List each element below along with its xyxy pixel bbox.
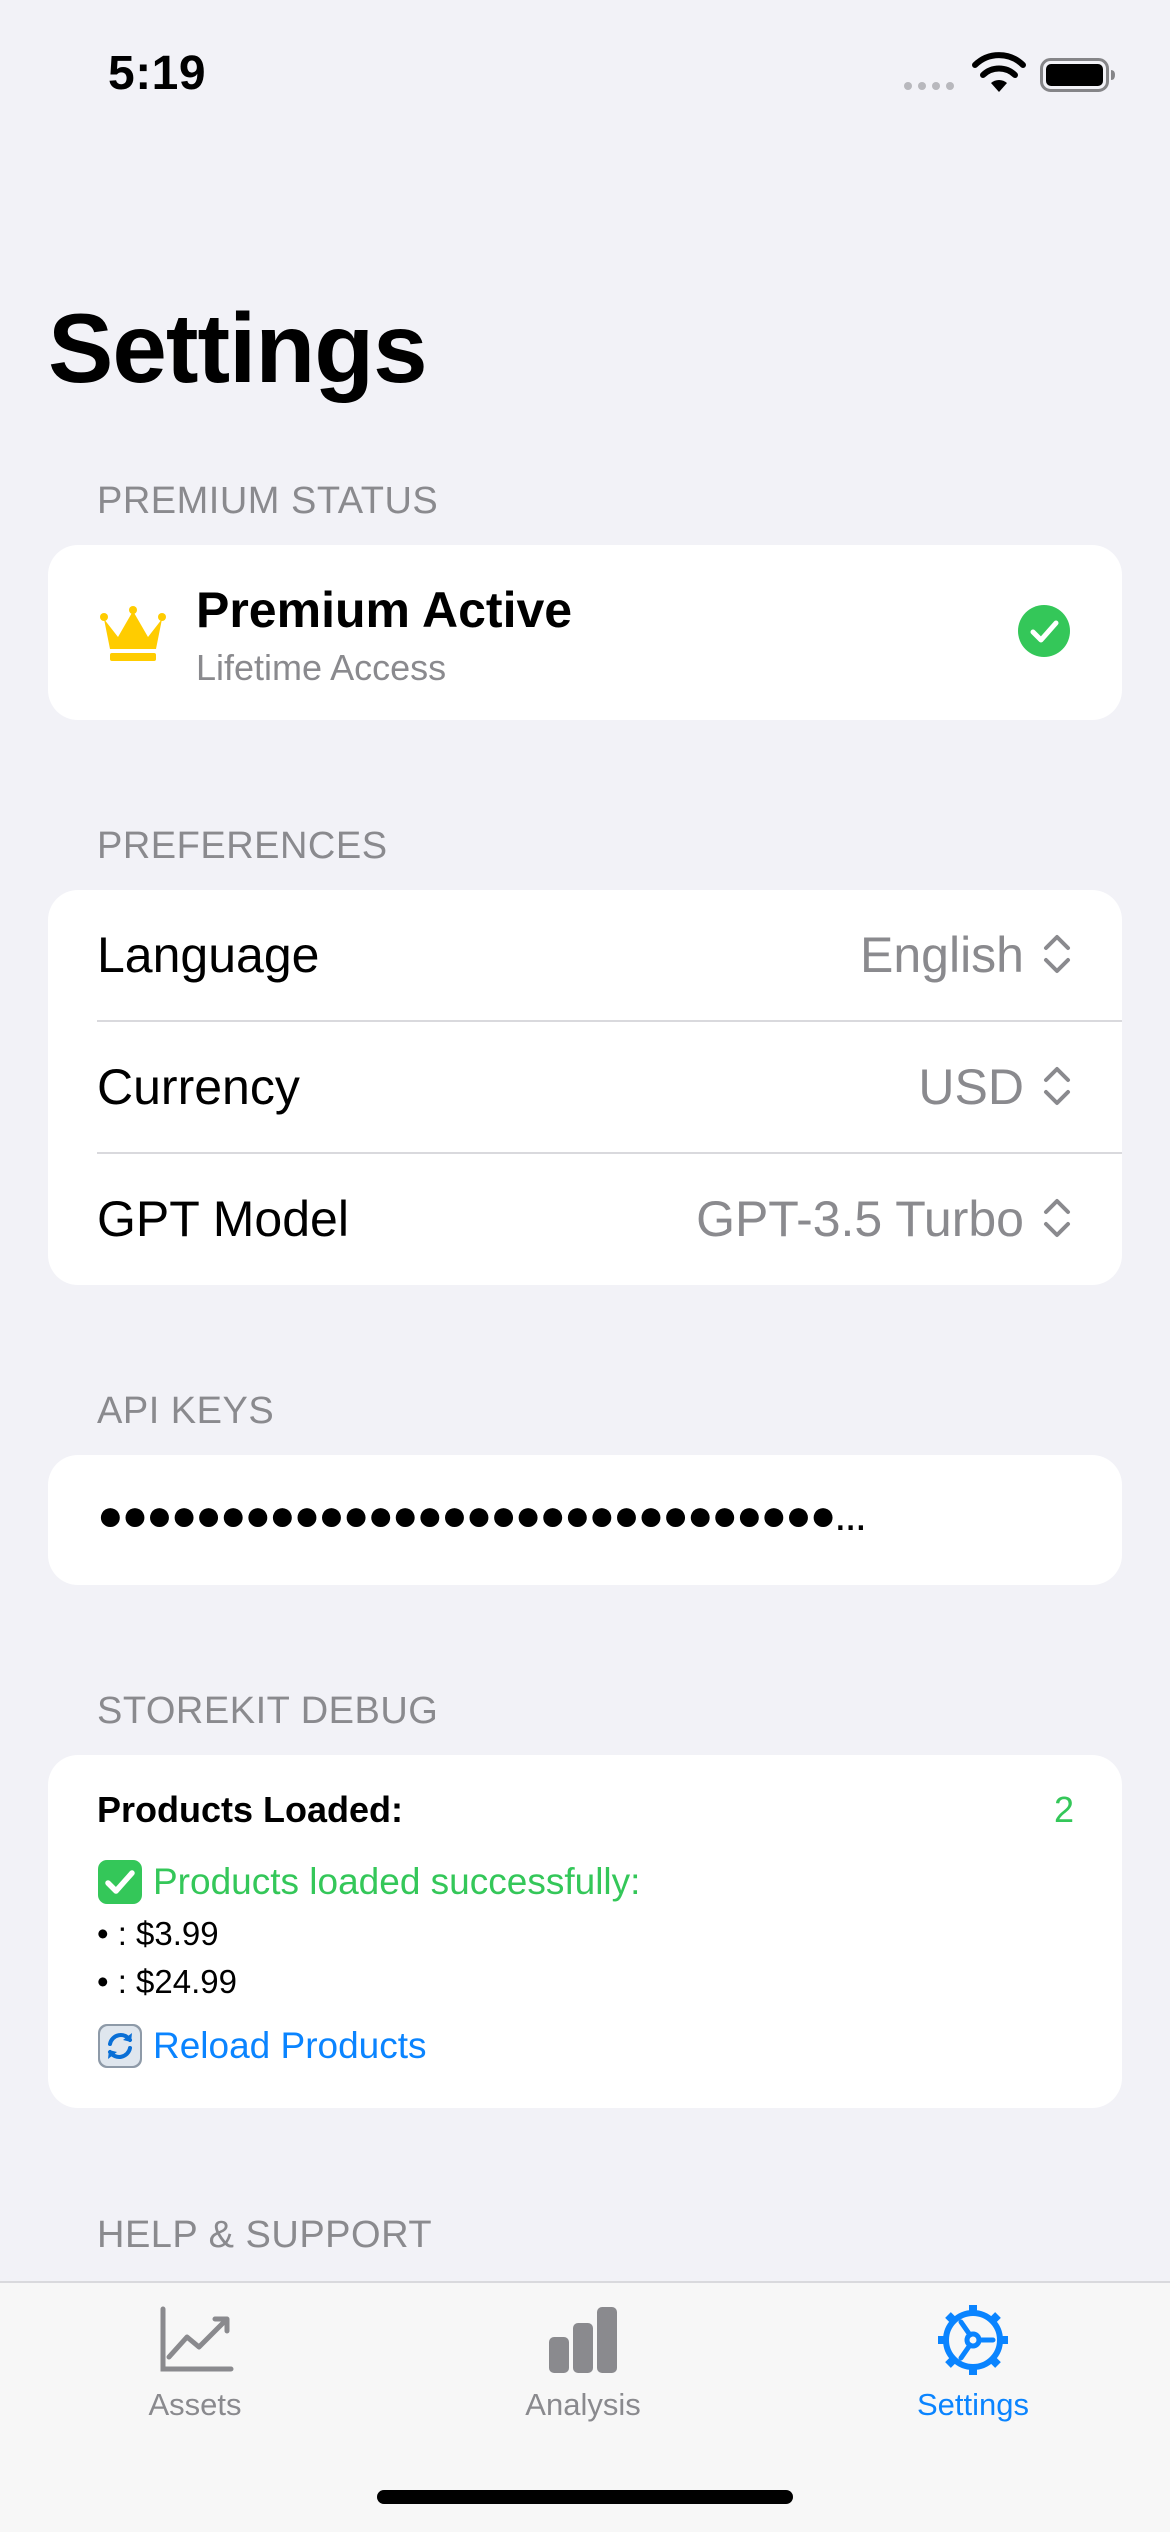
status-bar: 5:19 bbox=[0, 0, 1170, 140]
tab-label: Analysis bbox=[525, 2387, 641, 2422]
check-box-icon bbox=[98, 1860, 142, 1904]
product-item: • : $24.99 bbox=[97, 1963, 237, 2000]
help-support-header: HELP & SUPPORT bbox=[97, 2214, 433, 2256]
products-loaded-count: 2 bbox=[1053, 1789, 1074, 1830]
checkmark-circle-icon bbox=[1018, 605, 1070, 657]
status-time: 5:19 bbox=[108, 47, 207, 100]
premium-status-card[interactable]: Premium Active Lifetime Access bbox=[48, 545, 1122, 720]
gpt-model-value: GPT-3.5 Turbo bbox=[696, 1191, 1024, 1247]
gear-icon bbox=[938, 2305, 1008, 2375]
currency-picker[interactable]: Currency USD bbox=[48, 1022, 1122, 1153]
gpt-model-picker[interactable]: GPT Model GPT-3.5 Turbo bbox=[48, 1154, 1122, 1285]
preferences-header: PREFERENCES bbox=[97, 825, 388, 867]
api-key-field[interactable]: ●●●●●●●●●●●●●●●●●●●●●●●●●●●●●●... bbox=[48, 1455, 1122, 1585]
crown-icon bbox=[100, 606, 166, 661]
chevron-up-down-icon bbox=[1044, 1199, 1070, 1237]
page-title: Settings bbox=[48, 293, 428, 403]
premium-title: Premium Active bbox=[196, 582, 573, 638]
reload-products-button[interactable]: Reload Products bbox=[97, 2023, 427, 2069]
language-value: English bbox=[860, 927, 1024, 983]
wifi-icon bbox=[972, 52, 1026, 92]
product-item: • : $3.99 bbox=[97, 1915, 219, 1952]
cellular-signal-icon bbox=[904, 82, 954, 90]
tab-analysis[interactable]: Analysis bbox=[433, 2303, 733, 2423]
language-label: Language bbox=[97, 927, 320, 983]
chevron-up-down-icon bbox=[1044, 935, 1070, 973]
chevron-up-down-icon bbox=[1044, 1067, 1070, 1105]
bar-chart-icon bbox=[549, 2307, 617, 2373]
preferences-card: Language English Currency USD GPT Model … bbox=[48, 890, 1122, 1285]
success-message-text: Products loaded successfully: bbox=[153, 1861, 641, 1902]
language-picker[interactable]: Language English bbox=[48, 890, 1122, 1021]
battery-icon bbox=[1040, 58, 1115, 92]
tab-label: Settings bbox=[916, 2387, 1029, 2422]
tab-label: Assets bbox=[148, 2387, 242, 2422]
tab-settings[interactable]: Settings bbox=[823, 2303, 1123, 2423]
api-key-masked-value: ●●●●●●●●●●●●●●●●●●●●●●●●●●●●●●... bbox=[97, 1491, 867, 1540]
reload-icon bbox=[98, 2024, 142, 2068]
chart-line-icon bbox=[160, 2306, 234, 2372]
premium-subtitle: Lifetime Access bbox=[196, 647, 447, 688]
products-success-message: Products loaded successfully: bbox=[97, 1859, 640, 1905]
storekit-debug-card: Products Loaded: 2 Products loaded succe… bbox=[48, 1755, 1122, 2108]
api-keys-header: API KEYS bbox=[97, 1390, 275, 1432]
products-loaded-label: Products Loaded: bbox=[97, 1789, 404, 1830]
home-indicator bbox=[377, 2490, 793, 2504]
gpt-model-label: GPT Model bbox=[97, 1191, 349, 1247]
reload-products-label: Reload Products bbox=[153, 2025, 427, 2066]
currency-label: Currency bbox=[97, 1059, 300, 1115]
tab-assets[interactable]: Assets bbox=[45, 2303, 345, 2423]
premium-status-header: PREMIUM STATUS bbox=[97, 480, 439, 522]
storekit-debug-header: STOREKIT DEBUG bbox=[97, 1690, 439, 1732]
currency-value: USD bbox=[918, 1059, 1024, 1115]
